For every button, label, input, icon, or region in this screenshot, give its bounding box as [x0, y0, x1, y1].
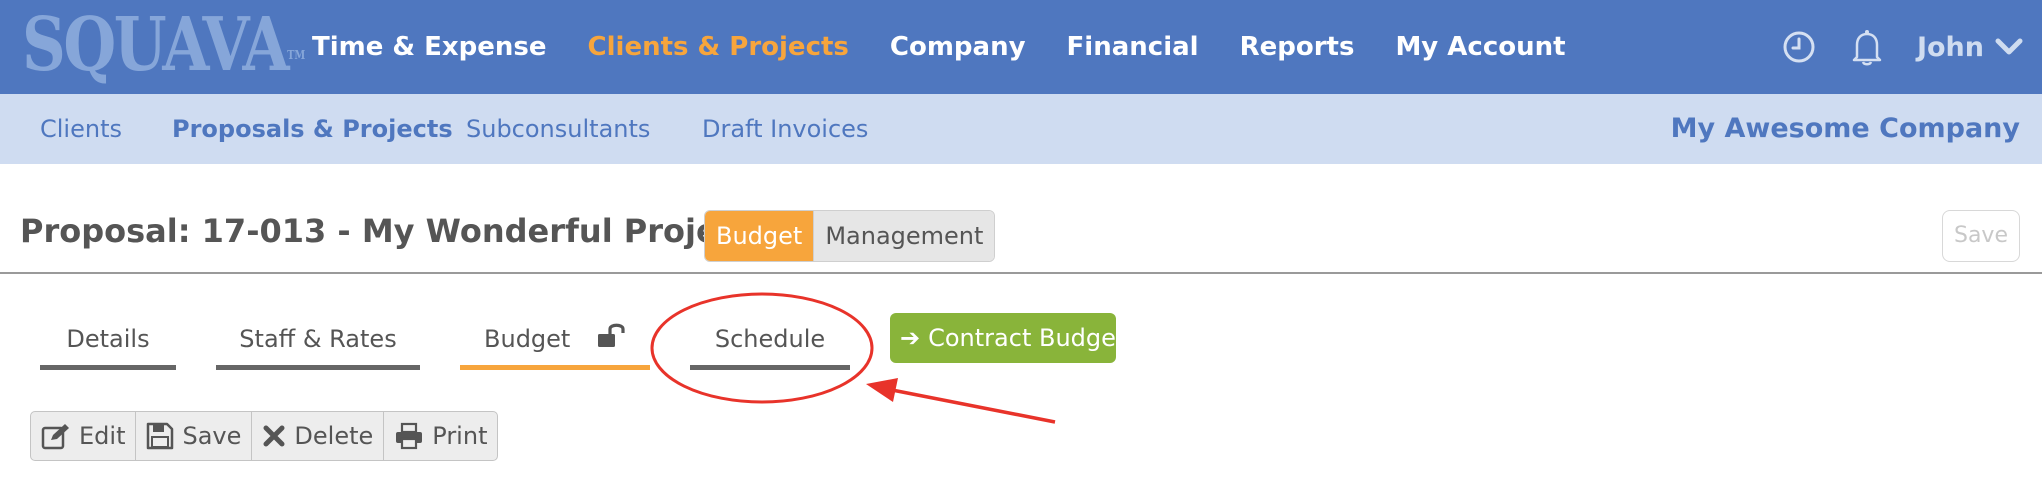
edit-button[interactable]: Edit [31, 412, 137, 460]
edit-label: Edit [79, 422, 126, 450]
delete-button[interactable]: Delete [252, 412, 385, 460]
delete-label: Delete [294, 422, 374, 450]
printer-icon [396, 422, 423, 450]
save-label: Save [182, 422, 242, 450]
save-button[interactable]: Save [136, 412, 253, 460]
action-toolbar: Edit Save Delete Print [30, 411, 499, 461]
annotation-arrow-line [891, 388, 1056, 424]
floppy-disk-icon [147, 422, 174, 450]
edit-icon [41, 424, 69, 450]
annotation-ellipse [650, 292, 874, 404]
annotation-arrow-head [866, 378, 898, 402]
close-icon [263, 425, 285, 447]
print-label: Print [432, 422, 488, 450]
print-button[interactable]: Print [384, 412, 497, 460]
